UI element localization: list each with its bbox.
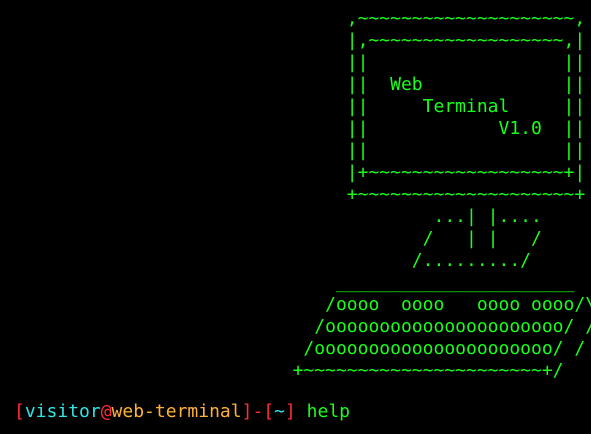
prompt-dir-open-bracket: [ xyxy=(263,401,275,422)
prompt-username: visitor xyxy=(24,401,101,422)
command-input-text[interactable]: help xyxy=(307,401,350,422)
prompt-close-bracket: ] xyxy=(241,401,253,422)
terminal-window[interactable]: ,~~~~~~~~~~~~~~~~~~~~, |,~~~~~~~~~~~~~~~… xyxy=(0,0,591,434)
prompt-dir-close-bracket: ] xyxy=(284,401,296,422)
command-prompt-line[interactable]: [visitor@web-terminal]-[~] help xyxy=(14,401,350,423)
prompt-directory: ~ xyxy=(274,401,285,422)
ascii-art-logo: ,~~~~~~~~~~~~~~~~~~~~, |,~~~~~~~~~~~~~~~… xyxy=(292,8,591,381)
prompt-open-bracket: [ xyxy=(14,401,25,422)
prompt-at-sign: @ xyxy=(100,401,112,422)
prompt-separator: - xyxy=(252,401,264,422)
prompt-hostname: web-terminal xyxy=(111,401,242,422)
